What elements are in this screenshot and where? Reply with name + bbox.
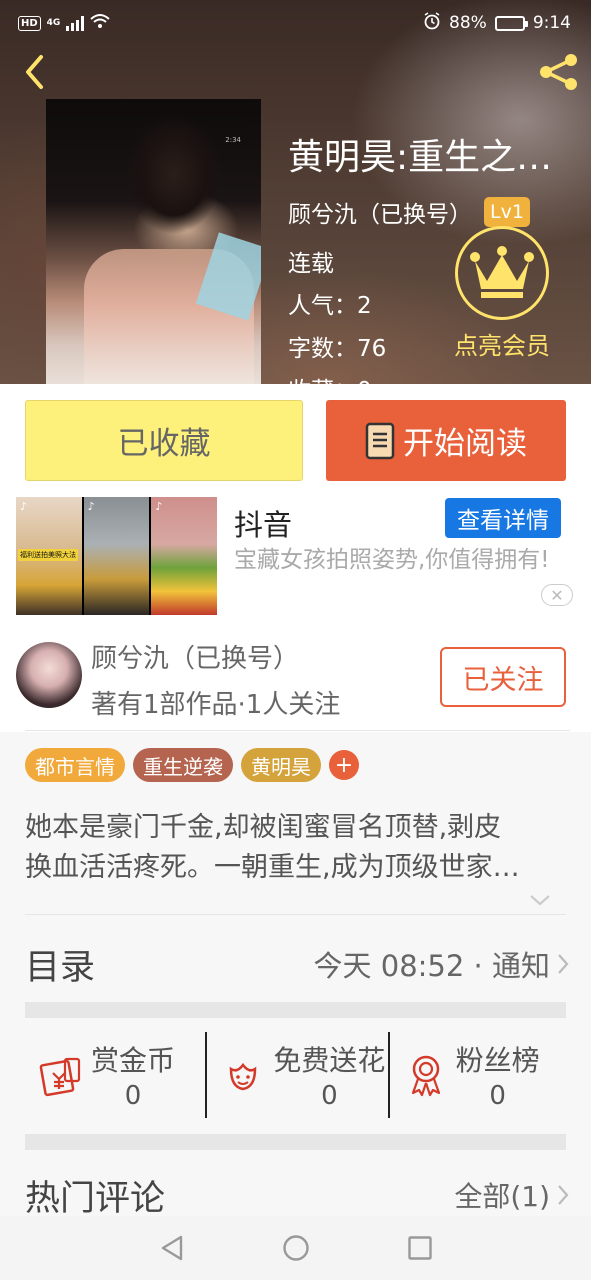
share-button[interactable] [535, 50, 583, 94]
level-badge: Lv1 [484, 197, 530, 227]
book-title: 黄明昊:重生之千… [288, 137, 588, 178]
start-reading-button[interactable]: 开始阅读 [326, 400, 566, 481]
author-summary: 著有1部作品·1人关注 [91, 690, 341, 720]
all-comments-link[interactable]: 全部(1) [454, 1175, 570, 1215]
tag-item[interactable]: 重生逆袭 [133, 748, 233, 782]
ad-title: 抖音 [234, 508, 293, 542]
status-bar: HD 4G 88% 9:14 [0, 0, 591, 46]
back-chevron-icon [26, 55, 43, 89]
battery-icon [494, 15, 528, 31]
tag-list: 都市言情 重生逆袭 黄明昊 + [25, 748, 359, 782]
stat-value: 0 [124, 1081, 142, 1111]
intro-line: 换血活活疼死。一朝重生,成为顶级世家… [25, 852, 520, 883]
chevron-right-icon [558, 1185, 569, 1205]
book-author[interactable]: 顾兮氿（已换号） [288, 195, 472, 229]
cover-tag-icon: 2:34 [225, 136, 241, 144]
section-separator [25, 1002, 566, 1018]
ad-banner[interactable]: ♪ 福利送拍美照大法 ♪ ♪ 抖音 查看详情 宝藏女孩拍照姿势,你值得拥有! ✕ [0, 496, 591, 626]
stats-row: 赏金币 0 免费送花 0 粉丝榜 0 [25, 1032, 570, 1118]
stat-label: 粉丝榜 [455, 1044, 540, 1077]
add-tag-button[interactable]: + [329, 750, 359, 780]
triangle-back-icon [161, 1235, 182, 1261]
book-header: HD 4G 88% 9:14 2:34 黄明昊:重生之千… 顾兮氿（已换号） L… [0, 0, 591, 384]
serial-status: 连载 [288, 251, 334, 277]
tiktok-icon: ♪ [87, 500, 95, 513]
action-bar: 已收藏 开始阅读 [0, 384, 591, 496]
ad-description: 宝藏女孩拍照姿势,你值得拥有! [234, 547, 550, 573]
circle-home-icon [282, 1235, 309, 1261]
follow-button[interactable]: 已关注 [440, 647, 566, 707]
wifi-icon [90, 13, 110, 34]
clock: 9:14 [532, 13, 571, 33]
back-button[interactable] [14, 50, 54, 94]
membership-button[interactable]: 点亮会员 [446, 226, 558, 361]
medal-icon [411, 1055, 440, 1097]
avatar[interactable] [16, 642, 82, 708]
ad-thumbnail[interactable]: ♪ 福利送拍美照大法 ♪ ♪ [16, 497, 218, 615]
hot-comments-title: 热门评论 [25, 1178, 166, 1219]
favorite-count: 收藏：0 [288, 371, 372, 384]
author-name[interactable]: 顾兮氿（已换号） [91, 638, 299, 675]
fan-ranking-button[interactable]: 粉丝榜 0 [387, 1032, 570, 1118]
ad-detail-button[interactable]: 查看详情 [445, 498, 561, 538]
hot-comments-header[interactable]: 热门评论 全部(1) [25, 1170, 570, 1220]
popularity: 人气：2 [288, 293, 372, 319]
system-nav-bar [0, 1216, 591, 1280]
nav-home-button[interactable] [280, 1232, 312, 1264]
all-comments-label: 全部(1) [454, 1180, 550, 1213]
catalog-update: 今天 08:52 · 通知 [313, 949, 550, 983]
catalog-title: 目录 [25, 947, 96, 988]
nav-back-button[interactable] [156, 1232, 188, 1264]
chevron-right-icon [558, 954, 569, 974]
nav-recents-button[interactable] [404, 1232, 436, 1264]
divider [25, 730, 570, 731]
stat-value: 0 [321, 1081, 338, 1111]
free-flower-button[interactable]: 免费送花 0 [205, 1032, 387, 1118]
book-icon [365, 422, 395, 459]
tag-item[interactable]: 都市言情 [25, 748, 125, 782]
membership-label: 点亮会员 [454, 332, 550, 360]
network-type: 4G [46, 18, 61, 28]
author-card[interactable]: 顾兮氿（已换号） 著有1部作品·1人关注 已关注 [0, 626, 591, 732]
tiktok-icon: ♪ [20, 500, 28, 513]
stat-label: 免费送花 [273, 1044, 386, 1077]
flower-icon [230, 1062, 257, 1091]
stat-value: 0 [489, 1081, 506, 1111]
battery-percent: 88% [449, 13, 487, 33]
intro-line: 她本是豪门千金,却被闺蜜冒名顶替,剥皮 [25, 812, 502, 843]
alarm-icon [423, 11, 441, 35]
catalog-row[interactable]: 目录 今天 08:52 · 通知 [25, 936, 570, 992]
book-intro[interactable]: 她本是豪门千金,却被闺蜜冒名顶替,剥皮 换血活活疼死。一朝重生,成为顶级世家… [25, 808, 570, 888]
tag-item[interactable]: 黄明昊 [241, 748, 321, 782]
divider [25, 914, 566, 915]
stat-label: 赏金币 [91, 1044, 176, 1077]
red-envelope-icon [39, 1057, 81, 1097]
ad-close-button[interactable]: ✕ [541, 584, 573, 606]
section-separator [25, 1134, 566, 1150]
close-icon: ✕ [550, 585, 564, 605]
chevron-down-icon[interactable] [528, 892, 552, 908]
book-cover[interactable]: 2:34 [46, 99, 261, 384]
word-count: 字数：76 [288, 336, 387, 362]
start-reading-label: 开始阅读 [403, 426, 527, 462]
favorited-button[interactable]: 已收藏 [25, 400, 303, 481]
ad-thumb-caption: 福利送拍美照大法 [18, 549, 78, 561]
signal-icon [66, 15, 85, 31]
reward-coins-button[interactable]: 赏金币 0 [25, 1032, 205, 1118]
hd-indicator: HD [18, 15, 41, 31]
crown-icon [470, 246, 534, 298]
share-icon [540, 54, 577, 90]
tiktok-icon: ♪ [155, 500, 163, 513]
square-recents-icon [407, 1236, 432, 1260]
